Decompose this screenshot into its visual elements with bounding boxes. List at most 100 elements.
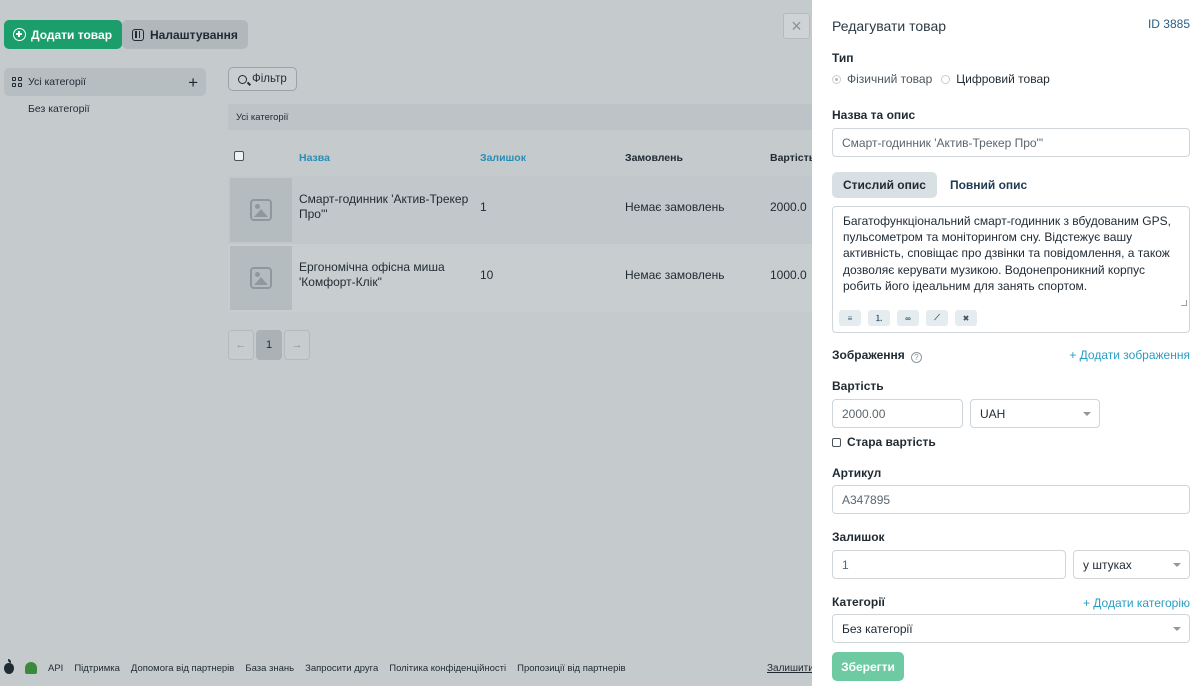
category-panel: Усі категорії + Без категорії <box>4 68 206 115</box>
image-placeholder-icon <box>250 267 272 289</box>
sku-label: Артикул <box>832 466 882 480</box>
name-section-label: Назва та опис <box>832 108 916 122</box>
images-label: Зображення? <box>832 348 922 363</box>
description-tabs: Стислий опис Повний опис <box>832 172 1038 198</box>
add-category-plus-icon[interactable]: + <box>188 74 198 91</box>
type-digital-option[interactable]: Цифровий товар <box>941 72 1050 86</box>
select-all-checkbox[interactable] <box>234 151 244 161</box>
column-header-orders: Замовлень <box>625 152 683 164</box>
add-image-link[interactable]: + Додати зображення <box>1069 348 1190 362</box>
product-orders: Немає замовлень <box>625 200 725 214</box>
product-name-input[interactable]: Смарт-годинник 'Актив-Трекер Про'" <box>832 128 1190 157</box>
pagination-next-button[interactable]: → <box>284 330 310 360</box>
currency-value: UAH <box>980 406 1006 421</box>
product-price: 1000.0 <box>770 268 807 282</box>
product-table: Назва Залишок Замовлень Вартість Смарт-г… <box>228 140 816 312</box>
type-radio-group: Фізичний товар Цифровий товар <box>832 72 1050 86</box>
tab-short-description[interactable]: Стислий опис <box>832 172 937 198</box>
type-physical-option[interactable]: Фізичний товар <box>832 72 932 86</box>
currency-select[interactable]: UAH <box>970 399 1100 428</box>
type-digital-radio[interactable] <box>941 74 951 84</box>
images-label-text: Зображення <box>832 348 905 362</box>
price-label: Вартість <box>832 379 884 393</box>
chevron-down-icon <box>1173 563 1181 567</box>
pagination-page-button[interactable]: 1 <box>256 330 282 360</box>
table-header: Назва Залишок Замовлень Вартість <box>228 140 816 176</box>
settings-label: Налаштування <box>150 27 238 42</box>
type-physical-label: Фізичний товар <box>847 72 933 86</box>
footer-link-api[interactable]: API <box>48 663 63 674</box>
pagination: ← 1 → <box>228 330 310 360</box>
edit-product-drawer: Редагувати товар ID 3885 Тип Фізичний то… <box>812 0 1200 686</box>
category-all-label: Усі категорії <box>28 76 86 88</box>
footer-link-partner-help[interactable]: Допомога від партнерів <box>131 663 234 674</box>
settings-button[interactable]: Налаштування <box>122 20 248 49</box>
price-input[interactable]: 2000.00 <box>832 399 963 428</box>
stock-input[interactable]: 1 <box>832 550 1066 579</box>
old-price-checkbox[interactable] <box>832 437 841 447</box>
clear-format-icon[interactable]: ✖ <box>955 310 977 326</box>
chevron-down-icon <box>1083 412 1091 416</box>
old-price-label: Стара вартість <box>847 435 936 449</box>
sku-input[interactable]: A347895 <box>832 485 1190 514</box>
android-icon[interactable] <box>25 662 37 674</box>
plus-circle-icon <box>13 28 26 41</box>
product-stock: 1 <box>480 200 487 214</box>
type-physical-radio[interactable] <box>832 74 841 84</box>
category-select[interactable]: Без категорії <box>832 614 1190 643</box>
help-icon[interactable]: ? <box>910 352 922 363</box>
description-text[interactable]: Багатофункціональний смарт-годинник з вб… <box>843 213 1181 294</box>
footer-link-knowledge-base[interactable]: База знань <box>245 663 294 674</box>
stock-unit-value: у штуках <box>1083 557 1132 572</box>
filter-button[interactable]: Фільтр <box>228 67 297 91</box>
old-price-option[interactable]: Стара вартість <box>832 435 936 449</box>
filter-label: Фільтр <box>252 73 287 85</box>
leave-feedback-link[interactable]: Залишити <box>767 663 814 674</box>
chevron-down-icon <box>1173 627 1181 631</box>
save-button[interactable]: Зберегти <box>832 652 904 681</box>
table-row[interactable]: Смарт-годинник 'Актив-Трекер Про'" 1 Нем… <box>228 176 812 244</box>
product-list-page: Додати товар Налаштування Усі категорії … <box>0 0 816 686</box>
footer-link-partner-offers[interactable]: Пропозиції від партнерів <box>517 663 625 674</box>
column-header-name[interactable]: Назва <box>299 152 330 164</box>
column-header-stock[interactable]: Залишок <box>480 152 526 164</box>
bullet-list-icon[interactable]: ≡ <box>839 310 861 326</box>
category-none-item[interactable]: Без категорії <box>4 96 206 115</box>
add-product-label: Додати товар <box>31 27 113 42</box>
resize-handle-icon[interactable] <box>1181 300 1187 306</box>
page-title-fragment <box>36 0 80 4</box>
category-all-item[interactable]: Усі категорії + <box>4 68 206 96</box>
pagination-prev-button[interactable]: ← <box>228 330 254 360</box>
product-price: 2000.0 <box>770 200 807 214</box>
footer-link-support[interactable]: Підтримка <box>74 663 120 674</box>
table-row[interactable]: Ергономічна офісна миша 'Комфорт-Клік" 1… <box>228 244 812 312</box>
stock-unit-select[interactable]: у штуках <box>1073 550 1190 579</box>
footer-link-privacy-policy[interactable]: Політика конфіденційності <box>389 663 506 674</box>
close-drawer-button[interactable]: × <box>783 13 810 39</box>
grid-icon <box>12 77 22 87</box>
search-icon <box>238 74 247 84</box>
column-header-price: Вартість <box>770 152 816 164</box>
footer-link-invite-friend[interactable]: Запросити друга <box>305 663 378 674</box>
add-product-button[interactable]: Додати товар <box>4 20 123 49</box>
close-icon: × <box>791 16 802 36</box>
image-placeholder-icon <box>250 199 272 221</box>
product-stock: 10 <box>480 268 494 282</box>
add-category-link[interactable]: + Додати категорію <box>1083 596 1190 610</box>
unlink-icon[interactable]: ⟋ <box>926 310 948 326</box>
apple-icon[interactable] <box>4 658 14 674</box>
category-label: Категорії <box>832 595 885 609</box>
editor-toolbar: ≡ ⒈ ∞ ⟋ ✖ <box>839 310 977 326</box>
type-digital-label: Цифровий товар <box>956 72 1050 86</box>
product-name[interactable]: Ергономічна офісна миша 'Комфорт-Клік" <box>299 260 471 290</box>
numbered-list-icon[interactable]: ⒈ <box>868 310 890 326</box>
drawer-title: Редагувати товар <box>832 18 947 34</box>
product-name[interactable]: Смарт-годинник 'Актив-Трекер Про'" <box>299 192 471 222</box>
product-id: ID 3885 <box>1147 17 1190 31</box>
stock-label: Залишок <box>832 530 885 544</box>
link-icon[interactable]: ∞ <box>897 310 919 326</box>
breadcrumb: Усі категорії <box>228 104 812 130</box>
footer: API Підтримка Допомога від партнерів Баз… <box>4 658 626 674</box>
description-editor[interactable]: Багатофункціональний смарт-годинник з вб… <box>832 206 1190 333</box>
tab-full-description[interactable]: Повний опис <box>939 172 1038 198</box>
